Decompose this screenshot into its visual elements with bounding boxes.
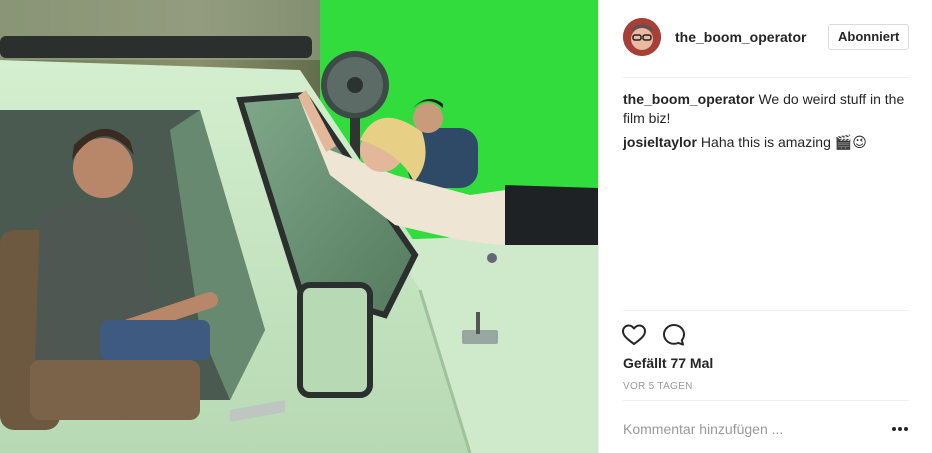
header-divider	[623, 77, 909, 78]
post-timestamp: VOR 5 TAGEN	[623, 381, 693, 392]
comment-text: Haha this is amazing 🎬😉	[700, 134, 867, 150]
comment-divider	[623, 400, 909, 401]
avatar[interactable]	[623, 18, 661, 56]
heart-icon[interactable]	[621, 322, 647, 348]
post-photo[interactable]	[0, 0, 598, 453]
follow-button[interactable]: Abonniert	[828, 24, 910, 50]
likes-count[interactable]: Gefällt 77 Mal	[623, 355, 713, 371]
comments-list: the_boom_operator We do weird stuff in th…	[623, 90, 909, 157]
comment-input[interactable]	[623, 418, 863, 440]
speech-bubble-icon[interactable]	[661, 322, 687, 348]
post-author-username[interactable]: the_boom_operator	[675, 29, 806, 45]
more-options-icon[interactable]	[889, 418, 911, 440]
actions-divider	[623, 310, 909, 311]
photo-scene	[0, 0, 598, 453]
comment: josieltaylor Haha this is amazing 🎬😉	[623, 133, 909, 152]
comment-username[interactable]: the_boom_operator	[623, 91, 754, 107]
comment-username[interactable]: josieltaylor	[623, 134, 697, 150]
instagram-post: the_boom_operator Abonniert the_boom_ope…	[0, 0, 932, 453]
caption: the_boom_operator We do weird stuff in th…	[623, 90, 909, 128]
avatar-image	[623, 18, 661, 56]
post-sidebar: the_boom_operator Abonniert the_boom_ope…	[598, 0, 932, 453]
post-header: the_boom_operator Abonniert	[599, 0, 932, 78]
